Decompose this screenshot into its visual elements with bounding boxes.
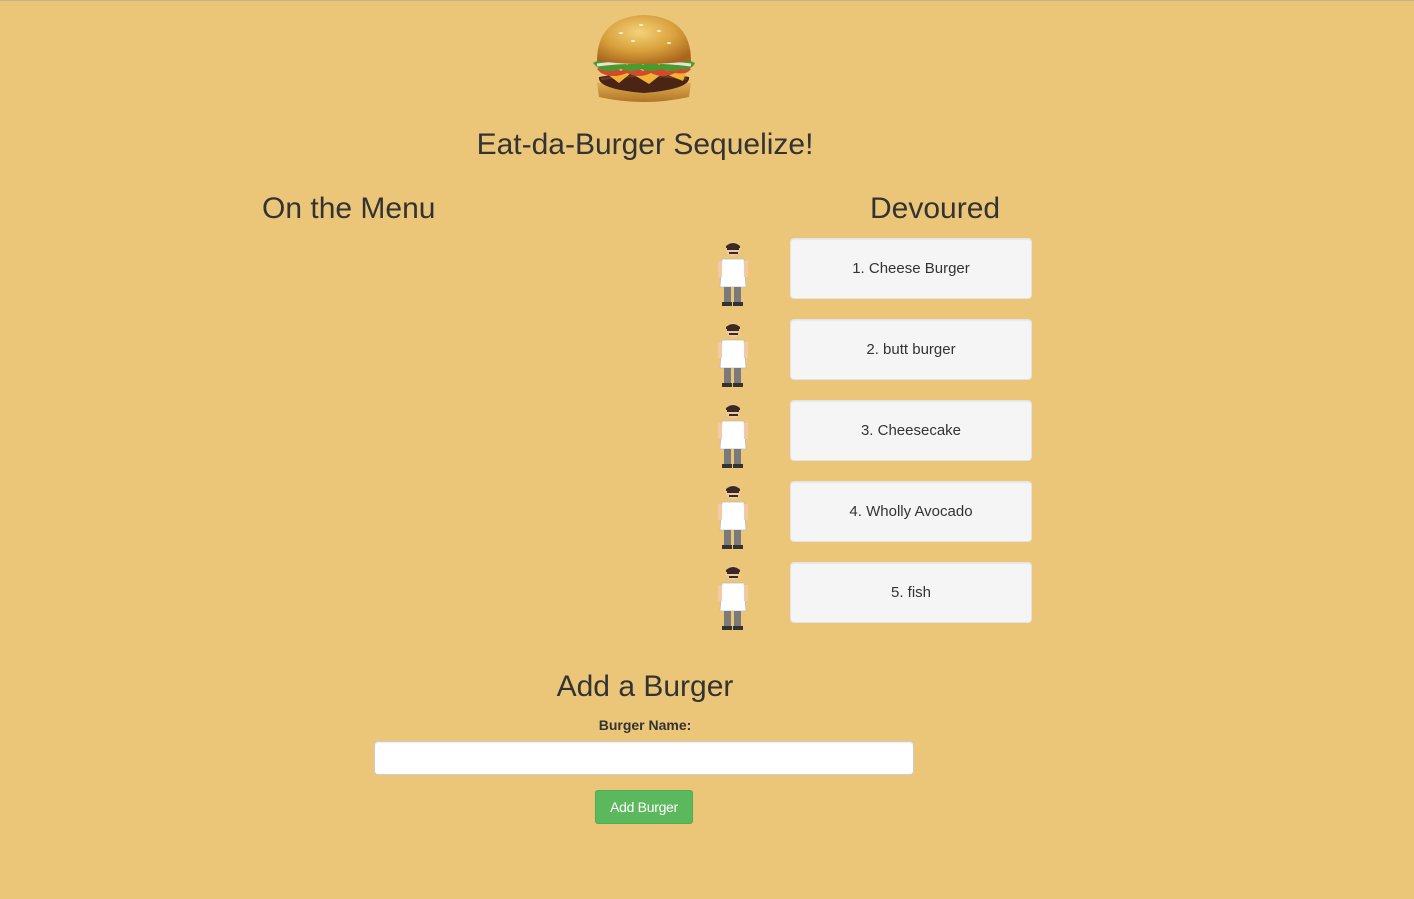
list-item: 2. butt burger xyxy=(700,319,1040,387)
menu-heading: On the Menu xyxy=(262,192,436,225)
devoured-heading: Devoured xyxy=(870,192,1001,225)
devoured-burger-card: 2. butt burger xyxy=(790,319,1032,380)
devoured-list: 1. Cheese Burger 2. butt burger 3. Chees… xyxy=(700,238,1040,643)
devoured-burger-card: 4. Wholly Avocado xyxy=(790,481,1032,542)
list-item: 3. Cheesecake xyxy=(700,400,1040,468)
add-burger-button[interactable]: Add Burger xyxy=(595,790,693,824)
add-burger-heading: Add a Burger xyxy=(556,670,734,703)
burger-name-label: Burger Name: xyxy=(598,717,692,733)
bob-chef-icon xyxy=(718,485,748,549)
devoured-burger-card: 3. Cheesecake xyxy=(790,400,1032,461)
burger-icon xyxy=(593,15,695,102)
list-item: 4. Wholly Avocado xyxy=(700,481,1040,549)
bob-chef-icon xyxy=(718,242,748,306)
burger-name-input[interactable] xyxy=(374,741,914,775)
bob-chef-icon xyxy=(718,404,748,468)
list-item: 1. Cheese Burger xyxy=(700,238,1040,306)
devoured-burger-card: 1. Cheese Burger xyxy=(790,238,1032,299)
bob-chef-icon xyxy=(718,566,748,630)
devoured-burger-card: 5. fish xyxy=(790,562,1032,623)
page-title: Eat-da-Burger Sequelize! xyxy=(476,128,814,161)
list-item: 5. fish xyxy=(700,562,1040,630)
bob-chef-icon xyxy=(718,323,748,387)
